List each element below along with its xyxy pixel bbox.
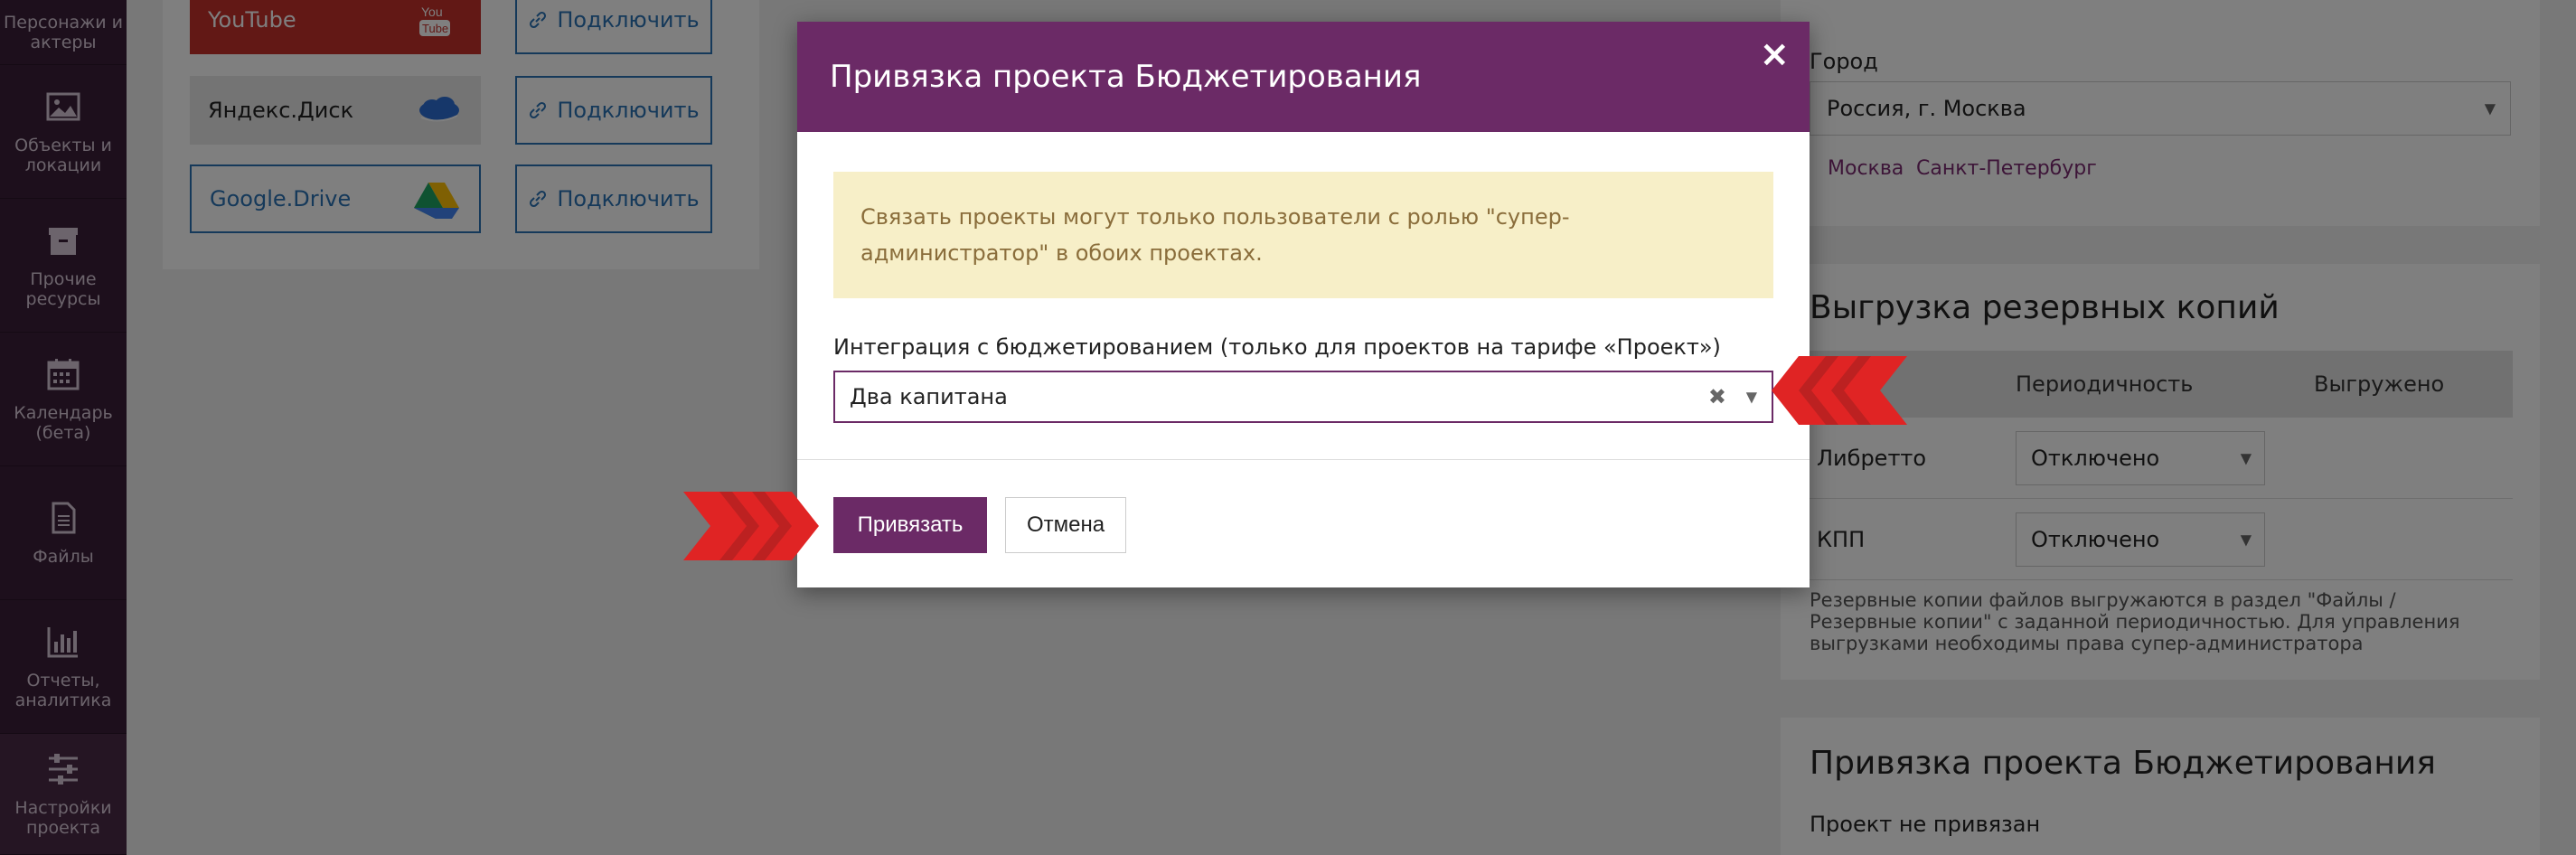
modal-divider: [797, 459, 1810, 460]
clear-icon[interactable]: ✖: [1708, 384, 1726, 409]
chevron-down-icon[interactable]: ▼: [1746, 389, 1757, 406]
link-submit-button[interactable]: Привязать: [833, 497, 987, 553]
annotation-arrow-right-icon: [683, 492, 819, 560]
modal-header: Привязка проекта Бюджетирования ×: [797, 22, 1810, 132]
integration-select[interactable]: Два капитана ✖ ▼: [833, 371, 1773, 423]
integration-field-label: Интеграция с бюджетированием (только для…: [833, 334, 1721, 360]
cancel-button[interactable]: Отмена: [1005, 497, 1126, 553]
budget-link-modal: Привязка проекта Бюджетирования × Связат…: [797, 22, 1810, 587]
close-icon[interactable]: ×: [1759, 36, 1790, 72]
annotation-arrow-left-icon: [1772, 356, 1907, 425]
permission-alert: Связать проекты могут только пользовател…: [833, 172, 1773, 298]
modal-title: Привязка проекта Бюджетирования: [830, 59, 1422, 95]
integration-select-value: Два капитана: [850, 384, 1008, 409]
